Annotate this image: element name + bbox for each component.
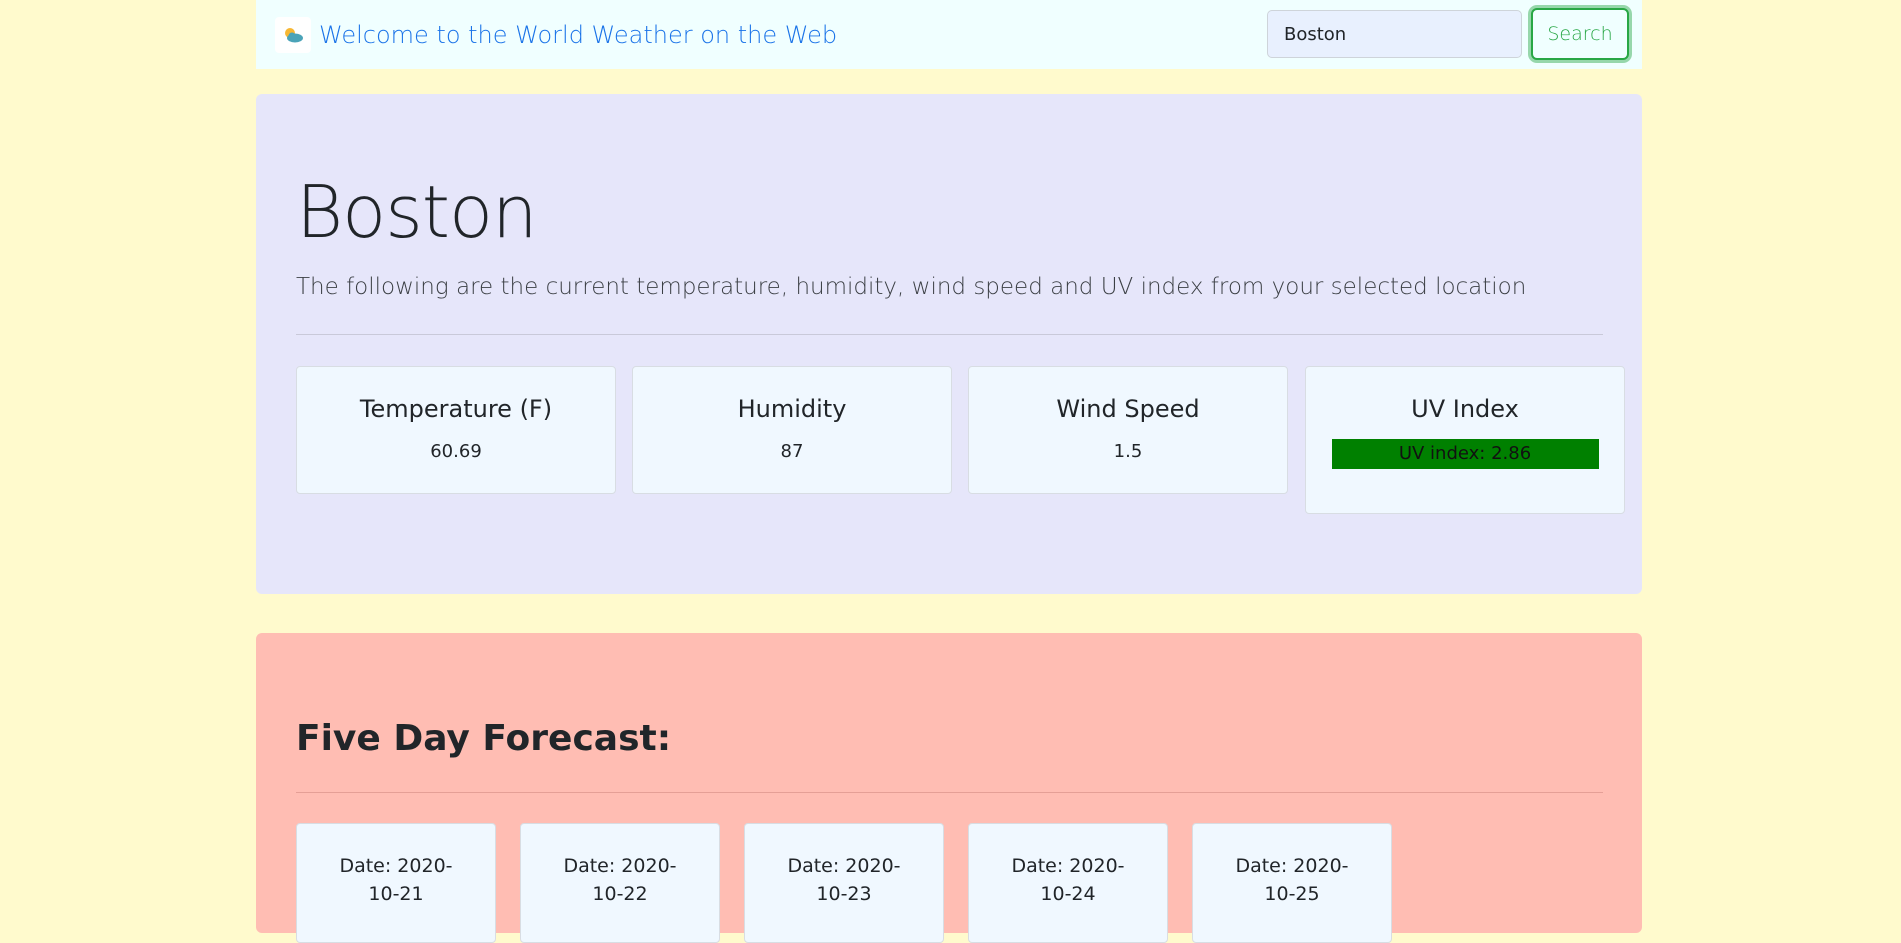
city-search-input[interactable] [1267, 10, 1522, 58]
divider [296, 334, 1603, 335]
navbar: Welcome to the World Weather on the Web … [256, 0, 1642, 69]
brand-link[interactable]: Welcome to the World Weather on the Web [275, 15, 837, 55]
wind-speed-value: 1.5 [1113, 441, 1143, 462]
current-weather-panel: Boston The following are the current tem… [256, 94, 1642, 594]
humidity-value: 87 [780, 441, 804, 462]
forecast-day-card: Date: 2020-10-22 [520, 823, 720, 943]
wind-speed-card: Wind Speed 1.5 [968, 366, 1288, 494]
site-title: Welcome to the World Weather on the Web [319, 21, 838, 49]
city-name: Boston [296, 170, 538, 254]
forecast-date: Date: 2020-10-24 [1011, 855, 1125, 905]
current-weather-description: The following are the current temperatur… [296, 274, 1527, 300]
forecast-date: Date: 2020-10-22 [563, 855, 677, 905]
divider [296, 792, 1603, 793]
forecast-date: Date: 2020-10-23 [787, 855, 901, 905]
wind-speed-title: Wind Speed [1056, 395, 1200, 423]
uv-index-badge: UV index: 2.86 [1331, 439, 1599, 469]
five-day-forecast-panel: Five Day Forecast: Date: 2020-10-21 Date… [256, 633, 1642, 943]
search-button[interactable]: Search [1531, 8, 1629, 60]
forecast-date: Date: 2020-10-21 [339, 855, 453, 905]
forecast-day-card: Date: 2020-10-25 [1192, 823, 1392, 943]
humidity-card: Humidity 87 [632, 366, 952, 494]
temperature-value: 60.69 [430, 441, 482, 462]
temperature-title: Temperature (F) [359, 395, 553, 423]
forecast-date: Date: 2020-10-25 [1235, 855, 1349, 905]
forecast-title: Five Day Forecast: [296, 718, 672, 759]
temperature-card: Temperature (F) 60.69 [296, 366, 616, 494]
forecast-day-card: Date: 2020-10-21 [296, 823, 496, 943]
sun-behind-cloud-icon [275, 17, 311, 53]
uv-index-title: UV Index [1411, 395, 1519, 423]
humidity-title: Humidity [737, 395, 847, 423]
uv-index-card: UV Index UV index: 2.86 [1305, 366, 1625, 514]
forecast-day-card: Date: 2020-10-24 [968, 823, 1168, 943]
forecast-day-card: Date: 2020-10-23 [744, 823, 944, 943]
